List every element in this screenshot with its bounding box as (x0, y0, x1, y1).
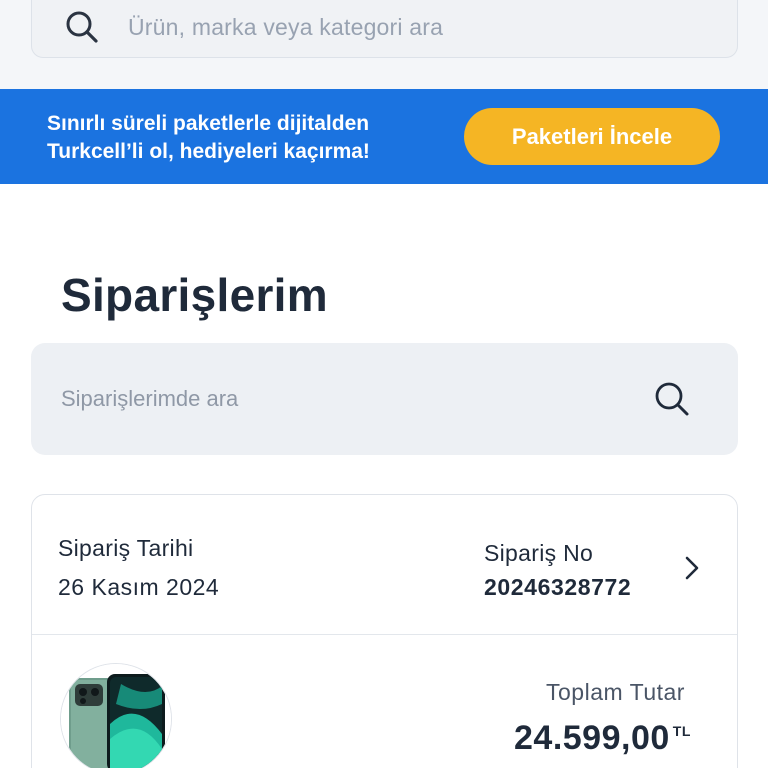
order-search-placeholder: Siparişlerimde ara (61, 386, 239, 411)
total-amount: 24.599,00 TL (514, 719, 691, 758)
product-image[interactable] (60, 663, 172, 768)
search-icon[interactable] (653, 380, 691, 418)
currency-label: TL (672, 723, 691, 739)
smartphone-image (61, 664, 171, 768)
banner-text: Sınırlı süreli paketlerle dijitalden Tur… (47, 110, 427, 166)
banner-line-2: Turkcell’li ol, hediyeleri kaçırma! (47, 140, 370, 163)
search-placeholder: Ürün, marka veya kategori ara (128, 13, 444, 40)
total-amount-label: Toplam Tutar (546, 679, 685, 705)
promo-banner: Sınırlı süreli paketlerle dijitalden Tur… (0, 89, 768, 184)
search-icon (66, 11, 98, 43)
product-search-input[interactable]: Ürün, marka veya kategori ara (31, 0, 738, 58)
order-search-input[interactable]: Siparişlerimde ara (31, 343, 738, 455)
order-date-value: 26 Kasım 2024 (58, 574, 220, 600)
orders-page: Ürün, marka veya kategori ara Sınırlı sü… (0, 0, 768, 768)
view-packages-button[interactable]: Paketleri İncele (464, 108, 720, 165)
order-date-label: Sipariş Tarihi (58, 535, 194, 561)
order-number-label: Sipariş No (484, 540, 594, 566)
chevron-right-icon[interactable] (680, 553, 704, 583)
total-amount-value: 24.599,00 (514, 719, 670, 757)
page-title: Siparişlerim (61, 269, 328, 321)
header-area: Ürün, marka veya kategori ara (0, 0, 768, 89)
order-header[interactable]: Sipariş Tarihi 26 Kasım 2024 Sipariş No … (32, 495, 737, 635)
banner-line-1: Sınırlı süreli paketlerle dijitalden (47, 112, 370, 135)
order-number-value: 20246328772 (484, 574, 632, 600)
order-card[interactable]: Sipariş Tarihi 26 Kasım 2024 Sipariş No … (31, 494, 738, 768)
